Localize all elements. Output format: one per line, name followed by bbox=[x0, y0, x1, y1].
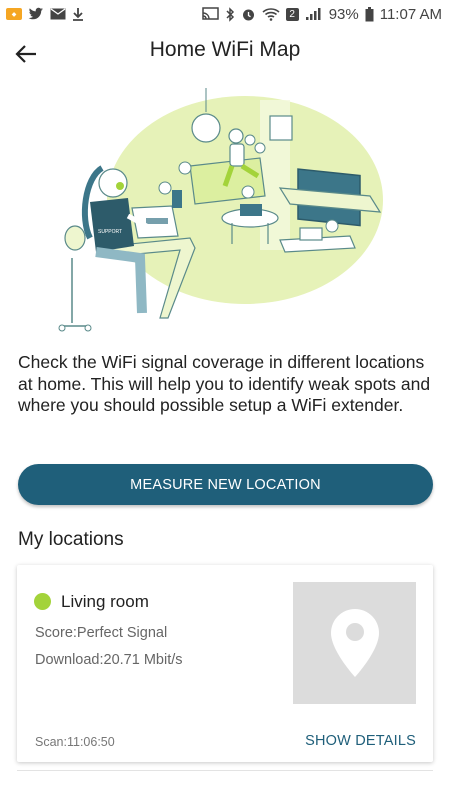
description-text: Check the WiFi signal coverage in differ… bbox=[18, 352, 431, 415]
location-map-thumbnail[interactable] bbox=[293, 582, 416, 704]
wifi-icon bbox=[262, 7, 280, 21]
twitter-icon bbox=[28, 7, 44, 21]
battery-percent: 93% bbox=[328, 5, 359, 23]
show-details-button[interactable]: SHOW DETAILS bbox=[305, 733, 416, 749]
status-bar: ◆ 2 93% 11:07 AM bbox=[0, 0, 450, 28]
battery-icon bbox=[365, 6, 374, 22]
signal-icon bbox=[305, 7, 323, 21]
arrow-left-icon bbox=[15, 45, 36, 63]
bluetooth-icon bbox=[225, 6, 235, 22]
clock: 11:07 AM bbox=[379, 5, 442, 23]
next-location-card-edge bbox=[17, 770, 433, 780]
location-card[interactable]: Living room Score:Perfect Signal Downloa… bbox=[17, 565, 433, 762]
app-bar: Home WiFi Map bbox=[0, 28, 450, 78]
measure-new-location-button[interactable]: MEASURE NEW LOCATION bbox=[18, 464, 433, 505]
support-label: SUPPORT bbox=[98, 229, 122, 235]
download-icon bbox=[72, 7, 84, 21]
signal-status-dot bbox=[34, 593, 51, 610]
cast-icon bbox=[201, 7, 219, 21]
location-scan-time: Scan:11:06:50 bbox=[35, 735, 115, 749]
location-download: Download:20.71 Mbit/s bbox=[35, 652, 183, 668]
back-button[interactable] bbox=[12, 40, 40, 68]
page-title: Home WiFi Map bbox=[149, 38, 301, 61]
map-pin-icon bbox=[330, 609, 379, 677]
wifi-map-illustration: SUPPORT bbox=[50, 88, 400, 343]
location-name: Living room bbox=[61, 592, 149, 611]
signal-badge: 2 bbox=[285, 7, 299, 21]
location-score: Score:Perfect Signal bbox=[35, 625, 168, 641]
notification-app-icon: ◆ bbox=[6, 8, 22, 20]
my-locations-title: My locations bbox=[18, 529, 124, 550]
mail-icon bbox=[50, 8, 66, 20]
alarm-icon bbox=[241, 7, 256, 22]
